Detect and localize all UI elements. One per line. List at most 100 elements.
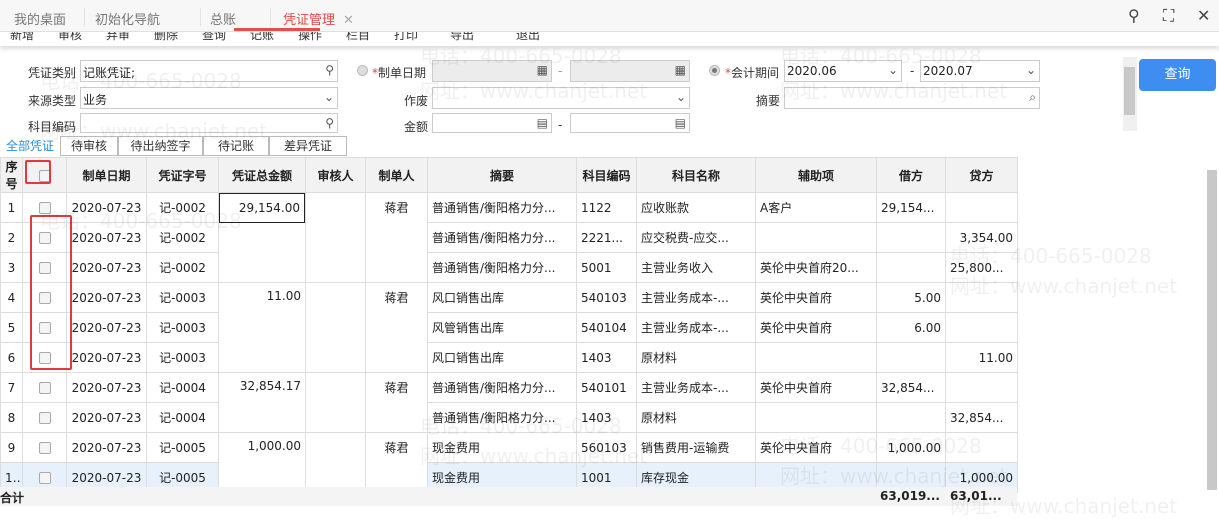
col-auditor-header[interactable]: 审核人 — [305, 157, 366, 193]
row-checkbox[interactable] — [38, 442, 51, 454]
row-checkbox[interactable] — [38, 412, 51, 424]
row-checkbox[interactable] — [38, 472, 51, 484]
table-row[interactable]: 2 2020-07-23 记-0002 普通销售/衡阳格力分... 2221... 应交税… — [0, 222, 1018, 253]
search-doc-icon[interactable]: ⌕ — [1029, 90, 1036, 105]
account-code-input[interactable]: ⚲ — [80, 113, 338, 133]
col-seq-header[interactable]: 序号 — [0, 157, 23, 193]
period-from-select[interactable]: 2020.06 ⌄ — [784, 60, 902, 82]
lookup-icon[interactable]: ⚲ — [325, 116, 334, 130]
row-date: 2020-07-23 — [66, 312, 147, 343]
row-account-code: 540101 — [576, 372, 637, 403]
table-row[interactable]: 5 2020-07-23 记-0003 风管销售出库 540104 主营业务成本-... 英… — [0, 312, 1018, 343]
table-row[interactable]: 4 2020-07-23 记-0003 11.00 蒋君 风口销售出库 540103 主营业务… — [0, 282, 1018, 373]
voucher-type-value: 记账凭证; — [83, 66, 136, 80]
table-row[interactable]: 7 2020-07-23 记-0004 32,854.17 蒋君 普通销售/衡阳格力分..… — [0, 372, 1018, 433]
row-checkbox[interactable] — [38, 382, 51, 394]
summary-input[interactable]: ⌕ — [784, 87, 1040, 109]
row-credit — [945, 432, 1018, 463]
active-tab-indicator — [234, 28, 320, 31]
tab-desktop[interactable]: 我的桌面 — [14, 9, 66, 28]
filter-tab-diff[interactable]: 差异凭证 — [269, 136, 347, 156]
calendar-icon[interactable]: ▦ — [675, 63, 686, 77]
col-account-code-header[interactable]: 科目编码 — [576, 157, 637, 193]
table-row[interactable]: 3 2020-07-23 记-0002 普通销售/衡阳格力分... 5001 主营业务收入… — [0, 252, 1018, 283]
row-credit: 3,354.00 — [945, 222, 1018, 253]
calculator-icon[interactable]: ▤ — [537, 116, 548, 130]
row-maker: 蒋君 — [365, 432, 428, 493]
tab-init-guide[interactable]: 初始化导航 — [95, 9, 160, 28]
table-row[interactable]: 8 2020-07-23 记-0004 普通销售/衡阳格力分... 1403 原材料 32,… — [0, 402, 1018, 433]
make-date-to[interactable]: ▦ — [570, 60, 690, 82]
col-summary-header[interactable]: 摘要 — [427, 157, 577, 193]
lookup-icon[interactable]: ⚲ — [325, 63, 334, 77]
row-auditor — [305, 432, 366, 493]
search-icon[interactable]: ⚲ — [1128, 6, 1140, 25]
col-account-name-header[interactable]: 科目名称 — [636, 157, 756, 193]
tab-general-ledger[interactable]: 总账 — [210, 9, 236, 28]
row-debit: 29,154... — [876, 192, 946, 223]
period-text: 会计期间 — [731, 66, 780, 80]
amount-from[interactable]: ▤ — [432, 113, 552, 133]
row-credit — [945, 192, 1018, 223]
footer-total-label: 合计 — [0, 491, 25, 505]
table-row[interactable]: 6 2020-07-23 记-0003 风口销售出库 1403 原材料 11.00 — [0, 342, 1018, 373]
row-voucher-no: 记-0004 — [146, 372, 219, 403]
row-account-name: 原材料 — [636, 342, 756, 373]
row-select — [22, 372, 67, 403]
row-auditor — [305, 192, 366, 283]
row-seq: 2 — [0, 222, 23, 253]
col-voucher-no-header[interactable]: 凭证字号 — [146, 157, 219, 193]
table-scrollbar[interactable] — [1206, 160, 1218, 506]
row-total: 11.00 — [218, 282, 306, 373]
filter-tab-pending-post[interactable]: 待记账 — [203, 136, 269, 156]
chevron-down-icon: ⌄ — [1025, 63, 1036, 77]
row-aux — [755, 402, 877, 433]
source-type-select[interactable]: 业务 ⌄ — [80, 87, 338, 109]
filter-scrollbar[interactable] — [1123, 57, 1137, 131]
row-date: 2020-07-23 — [66, 282, 147, 313]
row-credit — [945, 282, 1018, 313]
amount-to[interactable]: ▤ — [570, 113, 690, 133]
filter-tab-pending-cashier[interactable]: 待出纳签字 — [118, 136, 203, 156]
make-date-radio[interactable] — [357, 65, 368, 76]
col-debit-header[interactable]: 借方 — [876, 157, 946, 193]
period-radio[interactable] — [709, 65, 720, 76]
row-date: 2020-07-23 — [66, 432, 147, 463]
col-total-header[interactable]: 凭证总金额 — [218, 157, 306, 193]
make-date-from[interactable]: ▦ — [432, 60, 552, 82]
col-maker-header[interactable]: 制单人 — [365, 157, 428, 193]
row-voucher-no: 记-0003 — [146, 282, 219, 313]
voucher-type-input[interactable]: 记账凭证; ⚲ — [80, 60, 338, 82]
chevron-down-icon: ⌄ — [323, 90, 334, 104]
void-select[interactable]: ⌄ — [432, 87, 690, 109]
query-button[interactable]: 查询 — [1139, 59, 1216, 91]
close-tab-icon[interactable]: ✕ — [343, 13, 354, 28]
row-aux: 英伦中央首府 — [755, 372, 877, 403]
row-date: 2020-07-23 — [66, 222, 147, 253]
period-label: *会计期间 — [725, 64, 779, 81]
source-type-label: 来源类型 — [27, 94, 76, 108]
close-icon[interactable]: ✕ — [1197, 6, 1210, 25]
table-row[interactable]: 9 2020-07-23 记-0005 1,000.00 蒋君 现金费用 560103 销售费… — [0, 432, 1018, 493]
filter-tab-all[interactable]: 全部凭证 — [0, 136, 60, 156]
account-code-label: 科目编码 — [27, 120, 76, 134]
row-checkbox[interactable] — [38, 202, 51, 214]
col-aux-header[interactable]: 辅助项 — [755, 157, 877, 193]
row-date: 2020-07-23 — [66, 342, 147, 373]
row-maker: 蒋君 — [365, 282, 428, 373]
fullscreen-icon[interactable]: ⛶ — [1163, 6, 1174, 26]
tab-voucher-management[interactable]: 凭证管理 ✕ — [283, 9, 354, 28]
calendar-icon[interactable]: ▦ — [537, 63, 548, 77]
row-date: 2020-07-23 — [66, 402, 147, 433]
row-maker: 蒋君 — [365, 372, 428, 433]
selected-cell[interactable]: 29,154.00 — [219, 193, 305, 223]
col-credit-header[interactable]: 贷方 — [945, 157, 1018, 193]
table-row[interactable]: 1 2020-07-23 记-0002 29,154.00 蒋君 普通销售/衡阳格力分..… — [0, 192, 1018, 283]
table-footer: 合计 63,019... 63,01... — [0, 487, 1017, 506]
col-date-header[interactable]: 制单日期 — [66, 157, 147, 193]
calculator-icon[interactable]: ▤ — [675, 116, 686, 130]
filter-tab-pending-audit[interactable]: 待审核 — [60, 136, 118, 156]
period-to-select[interactable]: 2020.07 ⌄ — [920, 60, 1040, 82]
row-summary: 风管销售出库 — [427, 312, 577, 343]
row-select — [22, 432, 67, 463]
